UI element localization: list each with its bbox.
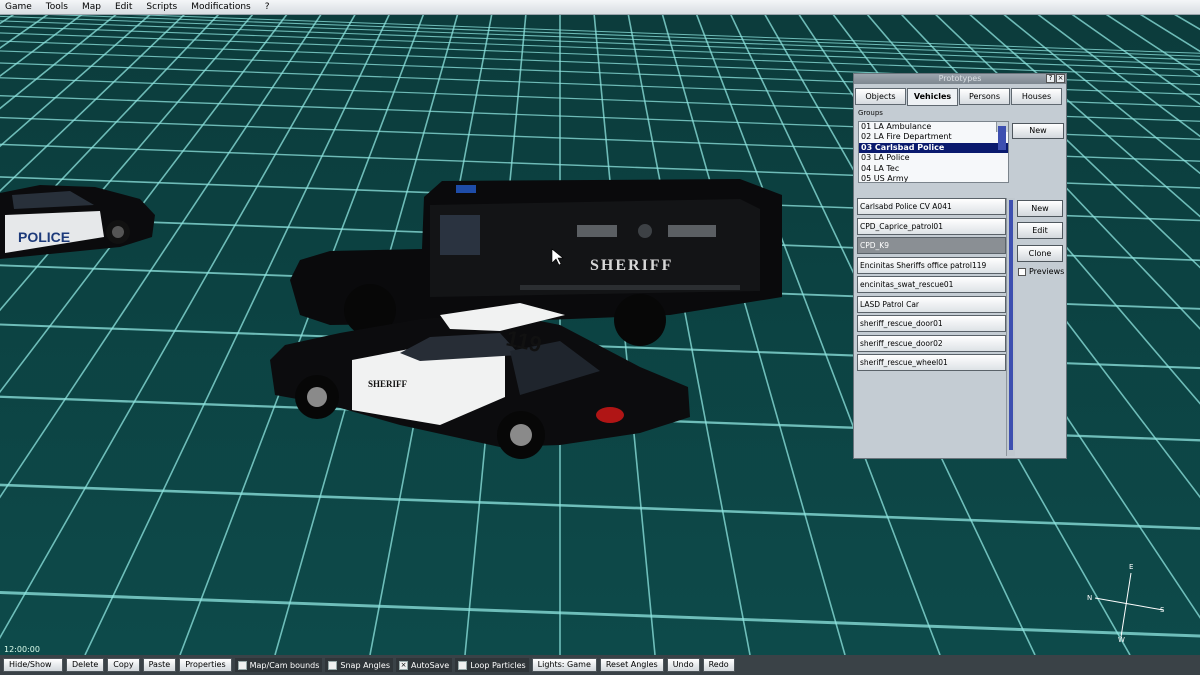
tab-objects[interactable]: Objects (855, 88, 906, 105)
group-item[interactable]: 03 LA Police (859, 153, 1008, 163)
snap-angles-label: Snap Angles (340, 660, 390, 670)
loop-particles-checkbox[interactable]: Loop Particles (455, 658, 529, 672)
copy-button[interactable]: Copy (107, 658, 140, 672)
group-item-selected[interactable]: 03 Carlsbad Police (859, 142, 1008, 154)
vehicle-item[interactable]: sheriff_rescue_wheel01 (857, 354, 1006, 371)
close-icon[interactable]: × (1056, 74, 1065, 83)
hide-show-button[interactable]: Hide/Show (3, 658, 63, 672)
compass-n: N (1087, 594, 1093, 602)
menu-tools[interactable]: Tools (41, 2, 77, 12)
vehicle-new-button[interactable]: New (1017, 200, 1063, 217)
group-item[interactable]: 02 LA Fire Department (859, 132, 1008, 142)
vehicle-item[interactable]: CPD_Caprice_patrol01 (857, 217, 1006, 235)
help-icon[interactable]: ? (1046, 74, 1055, 83)
groups-scrollbar[interactable] (996, 122, 1008, 150)
menu-scripts[interactable]: Scripts (141, 2, 186, 12)
map-cam-bounds-box[interactable] (237, 660, 247, 670)
panel-title-bar[interactable]: Prototypes ? × (854, 74, 1066, 84)
vehicle-edit-button[interactable]: Edit (1017, 222, 1063, 239)
compass-s: S (1160, 606, 1165, 614)
map-cam-bounds-checkbox[interactable]: Map/Cam bounds (234, 658, 323, 672)
previews-checkbox[interactable]: Previews (1018, 267, 1064, 276)
vehicle-item[interactable]: sheriff_rescue_door02 (857, 334, 1006, 352)
sheriff-text: SHERIFF (590, 257, 673, 274)
vehicle-scroll-thumb[interactable] (1009, 200, 1013, 450)
group-item[interactable]: 04 LA Tec (859, 164, 1008, 174)
compass-e: E (1129, 563, 1134, 571)
redo-button[interactable]: Redo (702, 658, 735, 672)
panel-tabs: Objects Vehicles Persons Houses (855, 88, 1063, 106)
menu-edit[interactable]: Edit (110, 2, 141, 12)
snap-angles-checkbox[interactable]: Snap Angles (325, 658, 393, 672)
map-cam-bounds-label: Map/Cam bounds (249, 660, 320, 670)
properties-button[interactable]: Properties (179, 658, 232, 672)
paste-button[interactable]: Paste (142, 658, 177, 672)
loop-particles-box[interactable] (458, 660, 468, 670)
vehicle-item[interactable]: Encinitas Sheriffs office patrol119 (857, 256, 1006, 274)
autosave-checkbox[interactable]: × AutoSave (396, 658, 453, 672)
tab-houses[interactable]: Houses (1011, 88, 1062, 105)
vehicle-item[interactable]: LASD Patrol Car (857, 295, 1006, 313)
menu-game[interactable]: Game (0, 2, 41, 12)
group-item[interactable]: 05 US Army (859, 174, 1008, 182)
vehicle-item[interactable]: sheriff_rescue_door01 (857, 315, 1006, 332)
prototypes-panel: Prototypes ? × Objects Vehicles Persons … (853, 73, 1067, 459)
previews-checkbox-box[interactable] (1018, 267, 1026, 276)
reset-angles-button[interactable]: Reset Angles (599, 658, 664, 672)
menu-modifications[interactable]: Modifications (186, 2, 260, 12)
autosave-label: AutoSave (411, 660, 450, 670)
groups-scroll-thumb[interactable] (998, 126, 1006, 150)
vehicle-list-scrollbar[interactable] (1006, 198, 1015, 456)
delete-button[interactable]: Delete (66, 658, 105, 672)
previews-label: Previews (1029, 267, 1065, 276)
game-time: 12:00:00 (4, 645, 40, 654)
snap-angles-box[interactable] (328, 660, 338, 670)
menu-map[interactable]: Map (77, 2, 110, 12)
tab-vehicles[interactable]: Vehicles (907, 88, 958, 106)
vehicle-item-selected[interactable]: CPD_K9 (857, 237, 1006, 254)
compass-w: W (1118, 636, 1125, 644)
vehicle-item[interactable]: Carlsabd Police CV A041 (857, 198, 1006, 215)
loop-particles-label: Loop Particles (470, 660, 526, 670)
groups-label: Groups (858, 109, 883, 117)
vehicle-item[interactable]: encinitas_swat_rescue01 (857, 276, 1006, 293)
group-item[interactable]: 01 LA Ambulance (859, 122, 1008, 132)
group-new-button[interactable]: New (1012, 123, 1064, 139)
panel-title: Prototypes (938, 74, 982, 83)
undo-button[interactable]: Undo (666, 658, 700, 672)
sheriff-car-text: SHERIFF (368, 379, 408, 389)
tab-persons[interactable]: Persons (959, 88, 1010, 105)
autosave-box[interactable]: × (399, 660, 408, 670)
vehicle-clone-button[interactable]: Clone (1017, 245, 1063, 262)
lights-button[interactable]: Lights: Game (531, 658, 597, 672)
compass-icon: E N S W (1085, 563, 1165, 645)
bottom-toolbar: Hide/Show Delete Copy Paste Properties M… (0, 655, 1200, 675)
menu-help[interactable]: ? (260, 2, 279, 12)
police-text: POLICE (18, 229, 70, 245)
menu-bar: Game Tools Map Edit Scripts Modification… (0, 0, 1200, 15)
vehicle-list[interactable]: Carlsabd Police CV A041 CPD_Caprice_patr… (857, 198, 1006, 374)
groups-list[interactable]: 01 LA Ambulance 02 LA Fire Department 03… (858, 121, 1009, 183)
